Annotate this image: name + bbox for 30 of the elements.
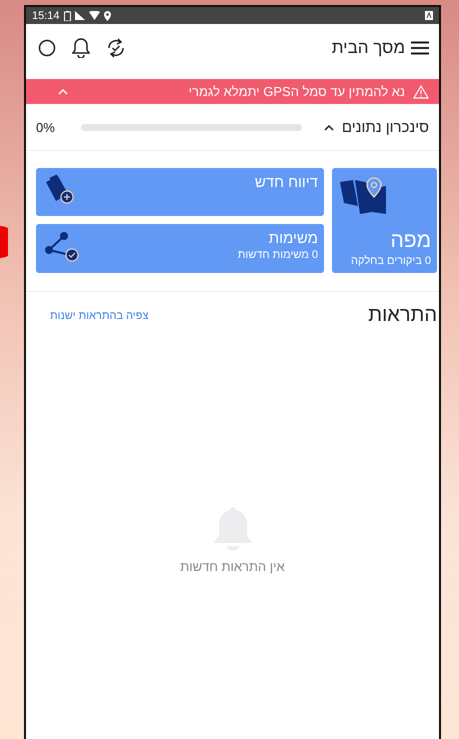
signal-icon bbox=[74, 11, 85, 20]
alert-text: נא להמתין עד סמל הGPS יתמלא לגמרי bbox=[188, 84, 405, 99]
battery-icon bbox=[64, 10, 71, 20]
warning-icon bbox=[413, 84, 429, 98]
sync-label: סינכרון נתונים bbox=[342, 118, 429, 136]
bell-icon[interactable] bbox=[72, 38, 90, 58]
menu-icon[interactable] bbox=[411, 41, 429, 55]
card-title: דיווח חדש bbox=[254, 174, 318, 191]
card-subtitle: 0 ביקורים בחלקה bbox=[351, 255, 431, 267]
sync-check-icon[interactable] bbox=[106, 38, 126, 58]
section-title: התראות bbox=[368, 304, 437, 327]
location-icon bbox=[104, 10, 111, 20]
page-title: מסך הבית bbox=[332, 38, 405, 58]
card-subtitle: 0 משימות חדשות bbox=[238, 249, 318, 261]
clipboard-plus-icon bbox=[44, 174, 76, 206]
report-card[interactable]: דיווח חדש bbox=[36, 168, 324, 216]
collapse-caret-icon[interactable] bbox=[58, 88, 68, 95]
sync-percent: 0% bbox=[36, 120, 55, 134]
card-title: משימות bbox=[268, 230, 318, 247]
expand-caret-icon[interactable] bbox=[324, 124, 334, 130]
old-notifications-link[interactable]: צפיה בהתראות ישנות bbox=[50, 310, 148, 322]
circle-icon[interactable] bbox=[38, 39, 56, 57]
card-title: מפה bbox=[390, 229, 431, 253]
empty-notifications-text: אין התראות חדשות bbox=[180, 559, 285, 574]
round-marker-icon bbox=[0, 226, 8, 258]
wifi-icon bbox=[88, 11, 100, 20]
status-time: 15:14 bbox=[32, 10, 60, 22]
notification-icon bbox=[425, 11, 433, 20]
map-card[interactable]: מפה 0 ביקורים בחלקה bbox=[332, 168, 437, 273]
tasks-card[interactable]: משימות 0 משימות חדשות bbox=[36, 224, 324, 273]
